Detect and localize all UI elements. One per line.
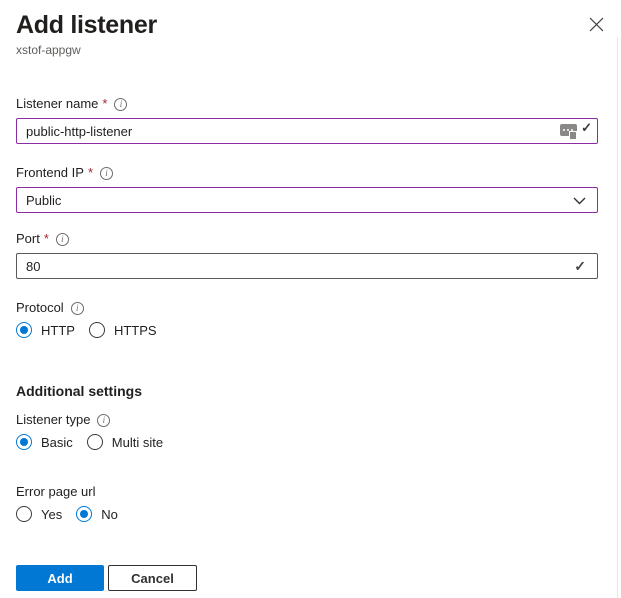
port-label: Port	[16, 231, 40, 246]
radio-unselected-icon	[16, 506, 32, 522]
radio-unselected-icon	[86, 434, 103, 450]
add-button[interactable]: Add	[16, 565, 104, 591]
error-page-url-label-row: Error page url	[16, 483, 598, 501]
listener-type-label-row: Listener type i	[16, 411, 598, 429]
protocol-label: Protocol	[16, 300, 64, 315]
page-title: Add listener	[16, 11, 157, 39]
info-icon[interactable]: i	[100, 166, 113, 180]
footer-actions: Add Cancel	[16, 565, 598, 591]
radio-listener-type-basic[interactable]: Basic	[16, 434, 73, 450]
radio-error-page-yes[interactable]: Yes	[16, 506, 62, 522]
listener-type-label: Listener type	[16, 412, 91, 427]
info-icon[interactable]: i	[114, 97, 128, 111]
radio-protocol-https[interactable]: HTTPS	[88, 322, 157, 338]
required-asterisk: *	[87, 165, 93, 180]
info-icon[interactable]: i	[55, 232, 69, 246]
listener-type-radio-group: Basic Multi site	[16, 434, 598, 450]
required-asterisk: *	[102, 96, 108, 111]
text-suggestions-icon[interactable]: ✓	[560, 120, 592, 141]
radio-listener-type-multi-site[interactable]: Multi site	[86, 434, 164, 450]
listener-name-label-row: Listener name * i	[16, 95, 598, 113]
radio-label-yes: Yes	[41, 506, 63, 522]
port-label-row: Port * i	[16, 230, 598, 248]
validation-check-icon: ✓	[574, 258, 586, 274]
port-field: ✓	[16, 253, 598, 279]
close-button[interactable]	[587, 15, 605, 33]
radio-label-no: No	[101, 506, 118, 522]
listener-name-label: Listener name	[16, 96, 99, 111]
cancel-button[interactable]: Cancel	[108, 565, 197, 591]
radio-label-https: HTTPS	[113, 322, 157, 338]
radio-selected-icon	[76, 506, 93, 522]
listener-name-input[interactable]	[17, 119, 597, 143]
info-icon[interactable]: i	[97, 413, 111, 427]
required-asterisk: *	[43, 231, 49, 246]
suggestion-page-icon	[569, 131, 577, 140]
additional-settings-heading: Additional settings	[16, 383, 142, 399]
frontend-ip-label: Frontend IP	[16, 165, 84, 180]
frontend-ip-selected-value: Public	[26, 192, 62, 208]
checkmark-icon: ✓	[581, 120, 592, 135]
frontend-ip-label-row: Frontend IP * i	[16, 164, 598, 182]
error-page-url-label: Error page url	[16, 484, 96, 499]
radio-label-basic: Basic	[41, 434, 73, 450]
radio-unselected-icon	[88, 322, 105, 338]
add-listener-panel: Add listener xstof-appgw Listener name *…	[0, 0, 621, 598]
panel-edge-divider	[617, 37, 618, 598]
protocol-label-row: Protocol i	[16, 299, 598, 317]
port-input[interactable]	[17, 254, 597, 278]
chevron-down-icon	[573, 197, 586, 205]
radio-selected-icon	[16, 322, 32, 338]
radio-label-multi-site: Multi site	[111, 434, 164, 450]
frontend-ip-dropdown[interactable]: Public	[16, 187, 598, 213]
listener-name-field: ✓	[16, 118, 598, 144]
radio-selected-icon	[16, 434, 32, 450]
protocol-radio-group: HTTP HTTPS	[16, 322, 598, 338]
error-page-url-radio-group: Yes No	[16, 506, 598, 522]
info-icon[interactable]: i	[70, 301, 84, 315]
close-icon	[589, 17, 603, 31]
radio-protocol-http[interactable]: HTTP	[16, 322, 75, 338]
radio-label-http: HTTP	[41, 322, 75, 338]
page-subtitle: xstof-appgw	[16, 43, 81, 57]
radio-error-page-no[interactable]: No	[76, 506, 118, 522]
